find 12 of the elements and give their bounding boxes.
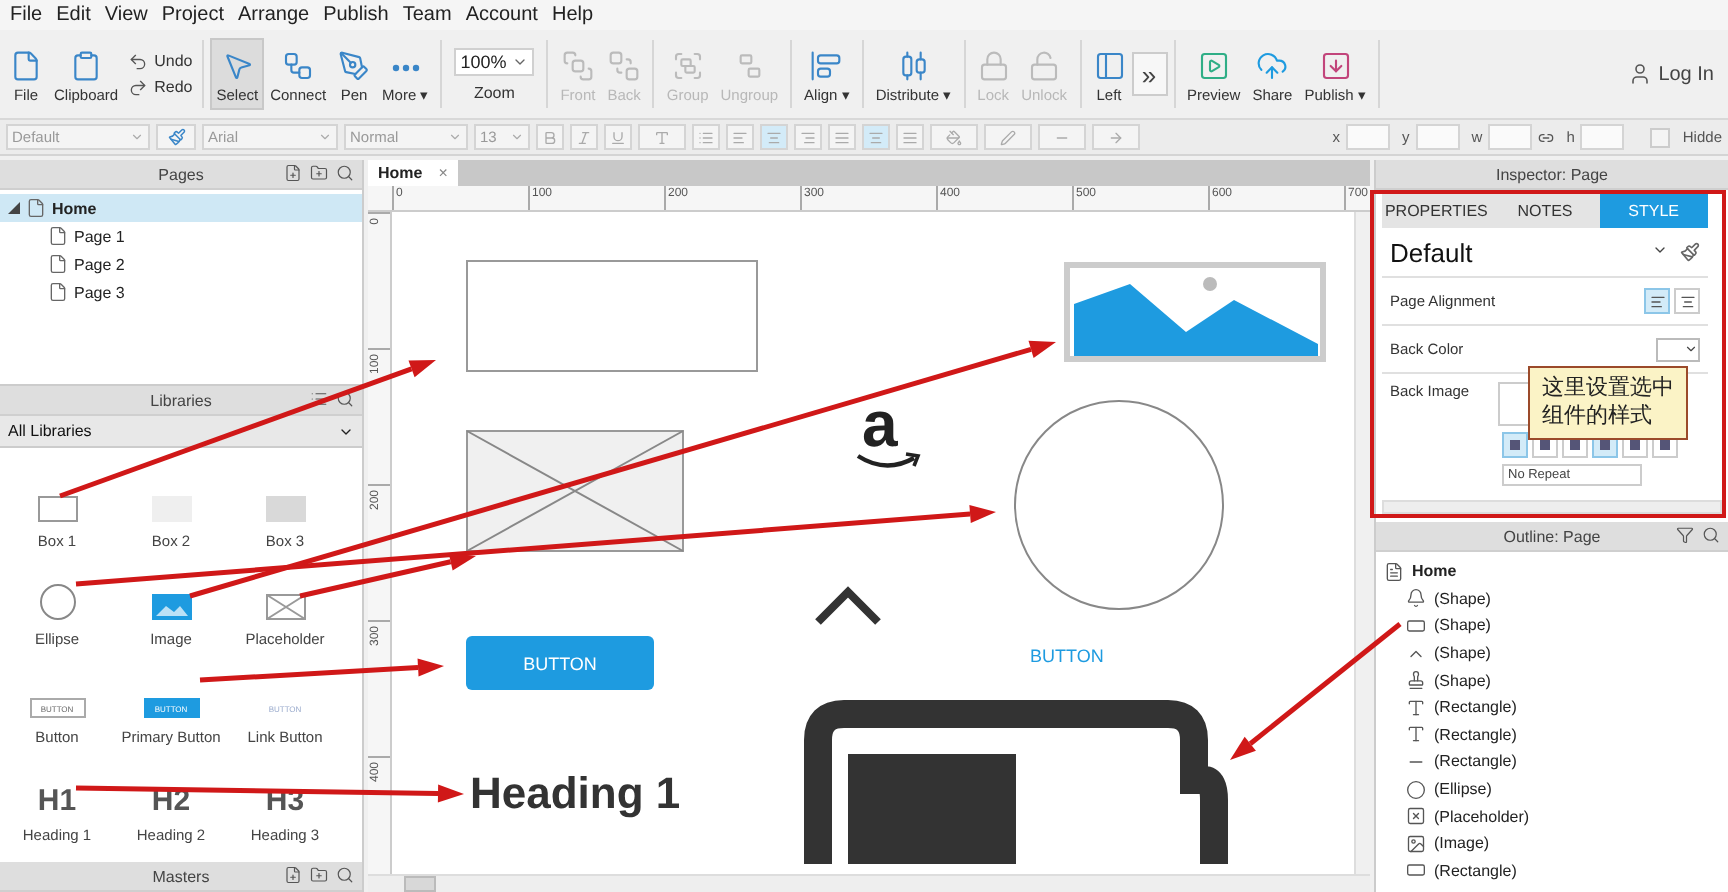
page-name: Page 1 [74, 227, 125, 245]
page-name: Page 3 [74, 283, 125, 301]
panel-title: Outline: Page [1503, 527, 1601, 545]
panel-title: Inspector: Page [1495, 165, 1609, 183]
page-name: Page 2 [74, 255, 125, 273]
panel-title: Libraries [150, 391, 212, 409]
zoom-label: Zoom [473, 83, 515, 101]
panel-title: Masters [152, 867, 210, 885]
page-name: Home [52, 199, 97, 217]
panel-title: Pages [158, 165, 204, 183]
annotation-tooltip: 这里设置选中组件的样式 [1528, 366, 1688, 440]
heading-preview: H1 [37, 786, 77, 816]
